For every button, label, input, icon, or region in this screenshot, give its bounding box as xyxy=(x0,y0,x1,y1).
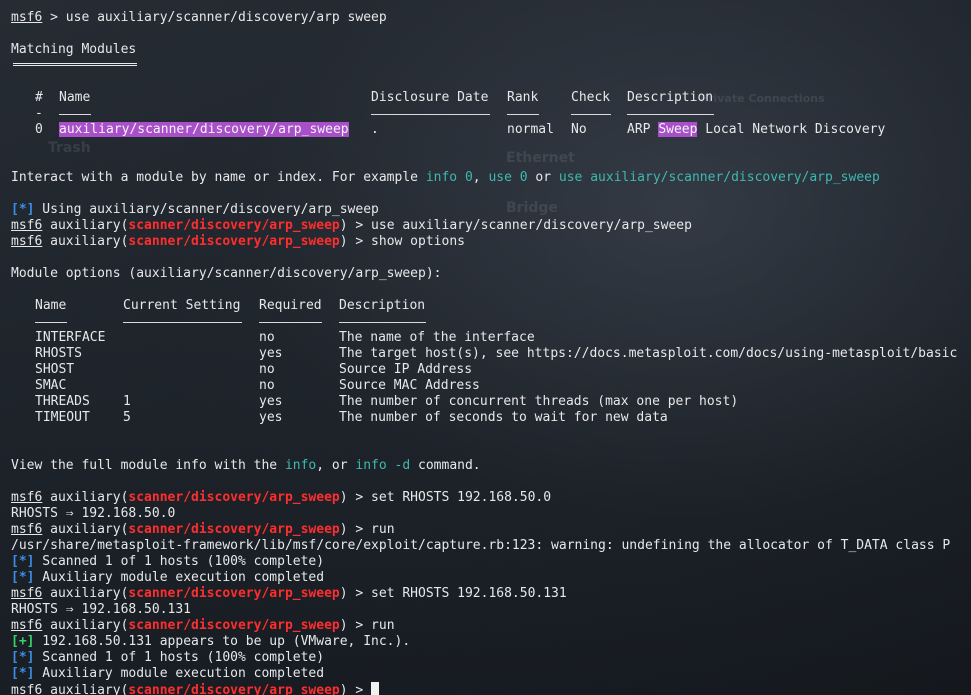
section-heading: Matching Modules xyxy=(11,42,137,57)
col-header-rank: Rank xyxy=(507,90,539,105)
terminal-line: Interact with a module by name or index.… xyxy=(11,170,880,185)
option-required: yes xyxy=(259,394,283,409)
terminal-line: View the full module info with the info,… xyxy=(11,458,481,473)
prompt-line: msf6 auxiliary(scanner/discovery/arp_swe… xyxy=(11,218,692,233)
prompt-line: msf6 auxiliary(scanner/discovery/arp_swe… xyxy=(11,586,567,601)
terminal-line: msf6 > use auxiliary/scanner/discovery/a… xyxy=(11,10,387,26)
col-underline xyxy=(571,114,611,115)
prompt-line: msf6 auxiliary(scanner/discovery/arp_swe… xyxy=(11,618,395,633)
option-setting: 5 xyxy=(123,410,131,425)
col-header-description: Description xyxy=(627,90,714,105)
prompt-line: msf6 auxiliary(scanner/discovery/arp_swe… xyxy=(11,522,395,537)
row-description: ARP Sweep Local Network Discovery xyxy=(627,122,886,137)
terminal-window[interactable]: Ethernet Bridge Trash Private Connection… xyxy=(0,0,971,695)
prompt-line: msf6 auxiliary(scanner/discovery/arp_swe… xyxy=(11,234,465,249)
col-header-check: Check xyxy=(571,90,611,105)
option-description: Source IP Address xyxy=(339,362,473,377)
terminal-line: [*] Auxiliary module execution completed xyxy=(11,570,325,585)
option-name: TIMEOUT xyxy=(35,410,90,425)
background-label: Private Connections xyxy=(700,92,825,105)
col-underline xyxy=(59,114,91,115)
opt-header-name: Name xyxy=(35,298,67,313)
col-header-index: # xyxy=(35,90,43,105)
col-header-date: Disclosure Date xyxy=(371,90,489,105)
opt-header-setting: Current Setting xyxy=(123,298,241,313)
background-label: Ethernet xyxy=(506,150,575,166)
row-index: 0 xyxy=(35,122,43,137)
active-prompt[interactable]: msf6 auxiliary(scanner/discovery/arp_swe… xyxy=(11,682,380,695)
col-underline xyxy=(259,322,322,323)
status-tag: [*] xyxy=(11,202,35,217)
col-underline-index: - xyxy=(35,106,43,121)
option-setting: 1 xyxy=(123,394,131,409)
prompt-line: msf6 auxiliary(scanner/discovery/arp_swe… xyxy=(11,490,552,505)
module-name-link[interactable]: auxiliary/scanner/discovery/arp_sweep xyxy=(59,122,349,138)
option-description: The number of concurrent threads (max on… xyxy=(339,394,739,409)
col-underline xyxy=(507,114,539,115)
col-underline xyxy=(123,322,242,323)
opt-header-description: Description xyxy=(339,298,426,313)
terminal-line: RHOSTS ⇒ 192.168.50.131 xyxy=(11,602,192,617)
option-required: no xyxy=(259,362,275,377)
col-underline xyxy=(35,322,67,323)
opt-header-required: Required xyxy=(259,298,322,313)
terminal-line: [*] Auxiliary module execution completed xyxy=(11,666,325,681)
row-check: No xyxy=(571,122,587,137)
option-name: INTERFACE xyxy=(35,330,106,345)
option-name: THREADS xyxy=(35,394,90,409)
option-required: no xyxy=(259,330,275,345)
option-required: no xyxy=(259,378,275,393)
option-required: yes xyxy=(259,346,283,361)
row-rank: normal xyxy=(507,122,554,137)
option-required: yes xyxy=(259,410,283,425)
row-date: . xyxy=(371,122,379,137)
text-cursor xyxy=(371,682,380,695)
prompt-msf: msf6 xyxy=(11,10,43,25)
warning-line: /usr/share/metasploit-framework/lib/msf/… xyxy=(11,538,951,553)
section-heading: Module options (auxiliary/scanner/discov… xyxy=(11,266,442,281)
command-text: > use auxiliary/scanner/discovery/arp sw… xyxy=(42,10,387,25)
col-underline xyxy=(627,114,714,115)
heading-underline xyxy=(13,63,137,66)
option-name: RHOSTS xyxy=(35,346,82,361)
background-label: Trash xyxy=(48,140,91,156)
option-description: Source MAC Address xyxy=(339,378,480,393)
option-description: The target host(s), see https://docs.met… xyxy=(339,346,958,361)
col-header-name: Name xyxy=(59,90,91,105)
terminal-line: [*] Scanned 1 of 1 hosts (100% complete) xyxy=(11,554,325,569)
option-name: SHOST xyxy=(35,362,75,377)
terminal-line: [*] Scanned 1 of 1 hosts (100% complete) xyxy=(11,650,325,665)
terminal-line: [+] 192.168.50.131 appears to be up (VMw… xyxy=(11,634,411,649)
option-description: The number of seconds to wait for new da… xyxy=(339,410,668,425)
col-underline xyxy=(371,114,490,115)
background-label: Bridge xyxy=(506,200,558,216)
option-description: The name of the interface xyxy=(339,330,535,345)
terminal-line: RHOSTS ⇒ 192.168.50.0 xyxy=(11,506,176,521)
terminal-line: [*] Using auxiliary/scanner/discovery/ar… xyxy=(11,202,379,217)
col-underline xyxy=(339,322,426,323)
option-name: SMAC xyxy=(35,378,67,393)
